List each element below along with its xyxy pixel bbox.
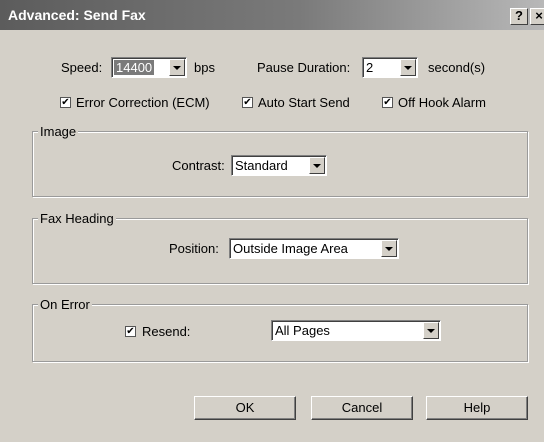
help-icon[interactable]: ? — [510, 8, 528, 25]
resend-checkbox[interactable]: ✔ — [125, 326, 136, 337]
resend-select[interactable]: All Pages — [271, 320, 441, 341]
position-label: Position: — [169, 241, 219, 256]
speed-dropdown-arrow-icon[interactable] — [169, 59, 185, 76]
title-bar[interactable]: Advanced: Send Fax ? × — [0, 0, 544, 30]
ecm-checkbox[interactable]: ✔ — [60, 97, 71, 108]
auto-start-send-label: Auto Start Send — [258, 95, 350, 110]
speed-label: Speed: — [61, 60, 103, 75]
pause-duration-value: 2 — [366, 60, 374, 75]
resend-label: Resend: — [142, 324, 191, 339]
ecm-label: Error Correction (ECM) — [76, 95, 210, 110]
contrast-select[interactable]: Standard — [231, 155, 327, 176]
window-title: Advanced: Send Fax — [8, 7, 146, 23]
contrast-value: Standard — [235, 158, 288, 173]
cancel-button[interactable]: Cancel — [311, 396, 413, 420]
fax-heading-group-title: Fax Heading — [38, 211, 116, 226]
pause-duration-unit: second(s) — [428, 60, 486, 75]
contrast-label: Contrast: — [172, 158, 225, 173]
pause-duration-label: Pause Duration: — [257, 60, 351, 75]
speed-select[interactable]: 14400 — [111, 57, 187, 78]
close-icon[interactable]: × — [530, 8, 544, 25]
pause-duration-select[interactable]: 2 — [362, 57, 418, 78]
off-hook-alarm-label: Off Hook Alarm — [398, 95, 486, 110]
position-select[interactable]: Outside Image Area — [229, 238, 399, 259]
auto-start-send-checkbox[interactable]: ✔ — [242, 97, 253, 108]
ok-button[interactable]: OK — [194, 396, 296, 420]
resend-dropdown-arrow-icon[interactable] — [423, 322, 439, 339]
send-fax-dialog: Advanced: Send Fax ? × Speed: 14400 bps … — [0, 0, 544, 442]
image-group-title: Image — [38, 124, 79, 139]
pause-dropdown-arrow-icon[interactable] — [400, 59, 416, 76]
resend-value: All Pages — [275, 323, 330, 338]
off-hook-alarm-checkbox[interactable]: ✔ — [382, 97, 393, 108]
position-dropdown-arrow-icon[interactable] — [381, 240, 397, 257]
speed-value: 14400 — [114, 60, 155, 75]
speed-unit: bps — [194, 60, 215, 75]
on-error-group-title: On Error — [38, 297, 92, 312]
contrast-dropdown-arrow-icon[interactable] — [309, 157, 325, 174]
help-button[interactable]: Help — [426, 396, 528, 420]
position-value: Outside Image Area — [233, 241, 348, 256]
